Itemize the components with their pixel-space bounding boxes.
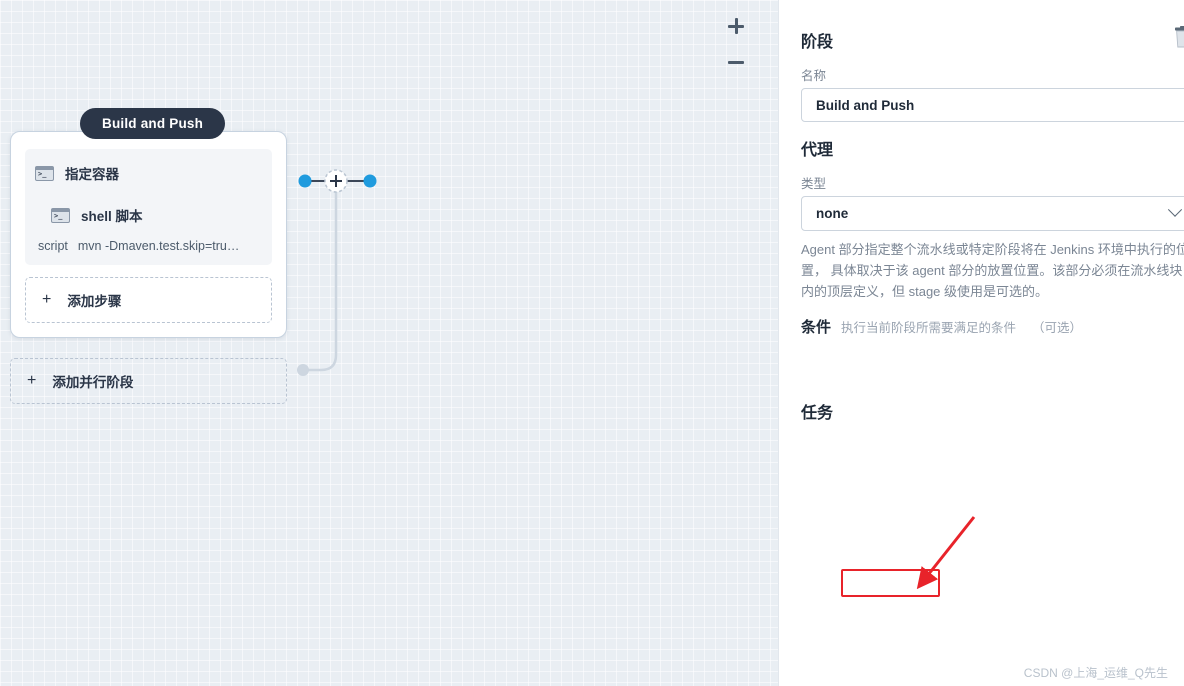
chevron-down-icon [1167, 202, 1183, 217]
pipeline-connector [297, 169, 377, 376]
add-step-label: 添加步骤 [67, 294, 122, 309]
add-parallel-stage-button[interactable]: + 添加并行阶段 [10, 358, 287, 404]
panel-agent-heading: 代理 [801, 142, 834, 159]
stage-name-input[interactable] [801, 88, 1184, 122]
stage-step-label: shell 脚本 [81, 209, 143, 224]
plus-icon-v [734, 18, 738, 34]
plus-icon: + [42, 291, 52, 308]
stage-step-container[interactable]: 指定容器 [35, 163, 262, 183]
condition-optional: （可选） [1032, 321, 1083, 335]
panel-stage-heading: 阶段 [801, 34, 834, 51]
agent-type-value: none [816, 206, 849, 221]
stage-settings-panel: 阶段 名称 代理 类型 none Agent 部分指定整个流水线或特定阶段将在 … [778, 0, 1184, 686]
stage-script-line: script mvn -Dmaven.test.skip=tru… [35, 239, 262, 253]
agent-type-select[interactable]: none [801, 196, 1184, 231]
stage-badge[interactable]: Build and Push [80, 108, 226, 139]
agent-description: Agent 部分指定整个流水线或特定阶段将在 Jenkins 环境中执行的位置，… [801, 242, 1184, 299]
pipeline-canvas[interactable]: Build and Push 指定容器 shell 脚本 script mvn -… [0, 0, 778, 686]
stage-script-value: mvn -Dmaven.test.skip=tru… [77, 239, 240, 253]
stage-step-group: 指定容器 shell 脚本 script mvn -Dmaven.test.ski… [25, 149, 272, 265]
name-field-label: 名称 [801, 69, 827, 83]
add-parallel-stage-label: 添加并行阶段 [52, 375, 134, 390]
connector-dot-left[interactable] [298, 174, 312, 188]
stage-script-key: script [38, 239, 68, 253]
plus-icon: + [27, 372, 37, 389]
connector-branch-line [306, 184, 338, 372]
stage-card[interactable]: 指定容器 shell 脚本 script mvn -Dmaven.test.ski… [10, 131, 287, 338]
connector-dot-branch[interactable] [297, 364, 309, 376]
add-step-button[interactable]: + 添加步骤 [25, 277, 272, 323]
stage-step-label: 指定容器 [65, 167, 119, 182]
trash-icon[interactable] [1174, 26, 1184, 48]
watermark: CSDN @上海_运维_Q先生 [1023, 666, 1168, 680]
terminal-icon [51, 207, 70, 223]
minus-icon [728, 60, 744, 64]
terminal-icon [35, 165, 54, 181]
condition-subtitle: 执行当前阶段所需要满足的条件 [841, 321, 1017, 335]
agent-type-label: 类型 [801, 177, 827, 191]
stage-step-shell[interactable]: shell 脚本 [51, 205, 262, 225]
panel-tasks-heading: 任务 [801, 405, 834, 422]
connector-dot-right[interactable] [363, 174, 377, 188]
zoom-in-button[interactable] [724, 14, 748, 38]
zoom-out-button[interactable] [724, 50, 748, 74]
condition-title: 条件 [801, 319, 832, 336]
condition-header: 条件 执行当前阶段所需要满足的条件 （可选） [801, 316, 1082, 337]
